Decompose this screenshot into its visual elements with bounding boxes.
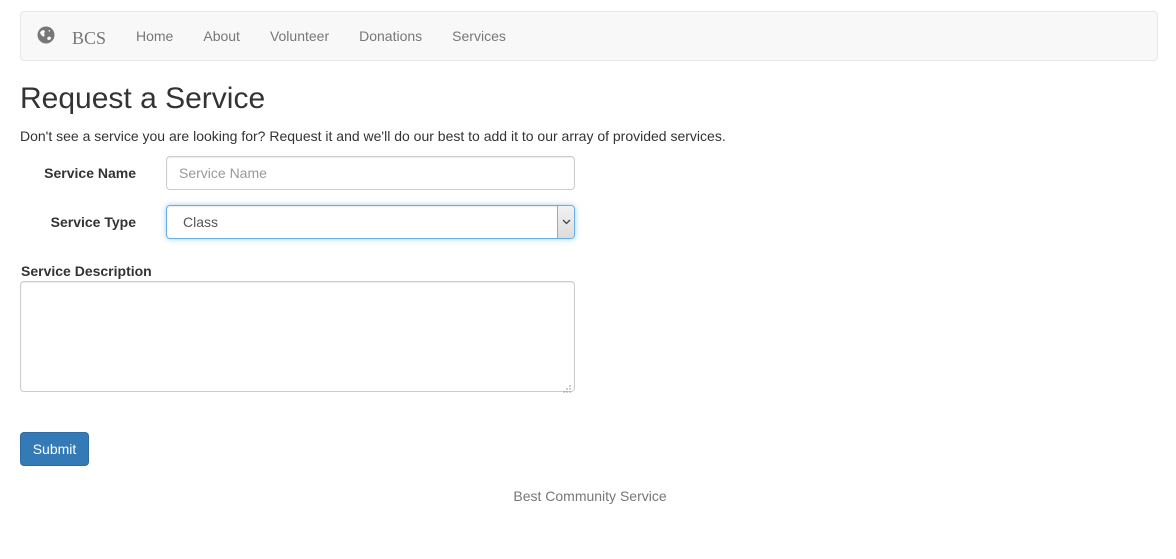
page-title: Request a Service xyxy=(20,82,266,115)
service-name-label: Service Name xyxy=(44,165,136,181)
navbar: BCS Home About Volunteer Donations Servi… xyxy=(20,11,1158,61)
nav-item-services[interactable]: Services xyxy=(437,11,521,61)
nav-item-about[interactable]: About xyxy=(188,11,255,61)
footer-text: Best Community Service xyxy=(513,488,667,504)
service-type-select[interactable]: Class xyxy=(166,205,575,239)
service-type-selected: Class xyxy=(183,214,219,230)
submit-button[interactable]: Submit xyxy=(20,432,89,466)
resize-handle-icon[interactable] xyxy=(563,380,571,393)
nav-item-volunteer[interactable]: Volunteer xyxy=(255,11,344,61)
service-type-label: Service Type xyxy=(50,214,136,230)
service-description-label: Service Description xyxy=(21,263,152,279)
nav-item-home[interactable]: Home xyxy=(121,11,188,61)
chevron-down-icon[interactable] xyxy=(557,206,574,238)
service-description-textarea[interactable] xyxy=(20,281,575,393)
page-intro: Don't see a service you are looking for?… xyxy=(20,128,726,144)
brand-link[interactable]: BCS xyxy=(36,12,106,62)
nav-menu: Home About Volunteer Donations Services xyxy=(121,12,521,62)
brand-name: BCS xyxy=(72,28,107,48)
globe-icon xyxy=(36,25,56,45)
service-name-input[interactable] xyxy=(166,156,575,190)
nav-item-donations[interactable]: Donations xyxy=(344,11,437,61)
